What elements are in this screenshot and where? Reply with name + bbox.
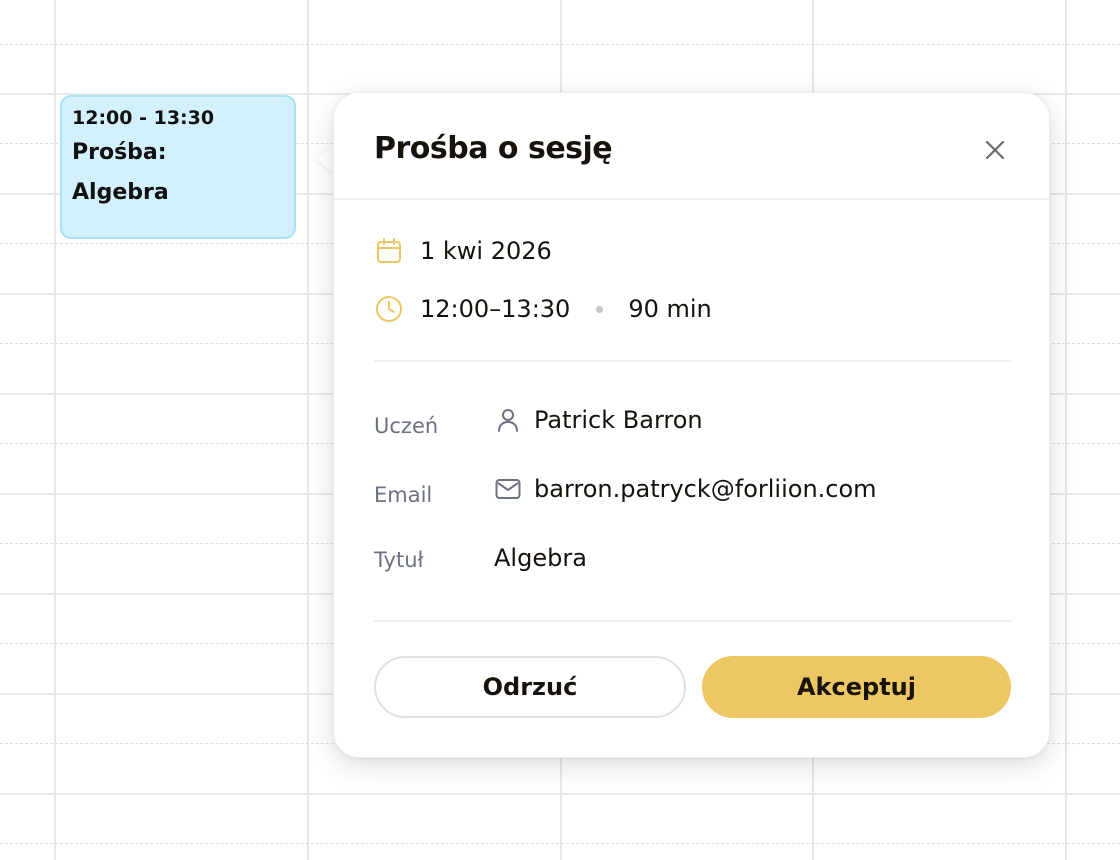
- grid-half-hour-line: [0, 44, 1120, 45]
- email-label: Email: [374, 483, 433, 507]
- grid-column-line: [1065, 0, 1067, 860]
- close-button[interactable]: [978, 133, 1012, 167]
- grid-column-line: [54, 0, 56, 860]
- mail-icon: [494, 475, 522, 503]
- time-row: 12:00–13:30 90 min: [374, 294, 712, 324]
- divider: [374, 360, 1011, 362]
- event-title: Prośba: Algebra: [72, 140, 169, 205]
- student-email[interactable]: barron.patryck@forliion.com: [534, 475, 877, 503]
- grid-half-hour-line: [0, 843, 1120, 844]
- title-label: Tytuł: [374, 548, 424, 572]
- student-label: Uczeń: [374, 414, 439, 438]
- calendar-icon: [374, 236, 404, 266]
- user-icon: [494, 406, 522, 434]
- session-title: Algebra: [494, 544, 587, 572]
- divider: [374, 620, 1011, 622]
- grid-hour-line: [0, 793, 1120, 795]
- clock-icon: [374, 294, 404, 324]
- popover-title: Prośba o sesję: [374, 131, 613, 166]
- session-request-popover: Prośba o sesję 1 kwi 2026 12:00–13:30 90…: [333, 92, 1050, 758]
- popover-header: Prośba o sesję: [334, 93, 1049, 200]
- student-value: Patrick Barron: [494, 406, 703, 434]
- grid-column-line: [307, 0, 309, 860]
- popover-arrow: [316, 145, 334, 173]
- calendar-week-view: 12:00 - 13:30 Prośba: Algebra Prośba o s…: [0, 0, 1120, 860]
- session-request-event[interactable]: 12:00 - 13:30 Prośba: Algebra: [60, 95, 296, 239]
- close-icon: [985, 140, 1005, 160]
- student-name: Patrick Barron: [534, 406, 703, 434]
- session-duration: 90 min: [628, 295, 712, 323]
- reject-button[interactable]: Odrzuć: [374, 656, 686, 718]
- session-date: 1 kwi 2026: [420, 237, 552, 265]
- accept-button[interactable]: Akceptuj: [702, 656, 1011, 718]
- separator-dot: [596, 305, 604, 313]
- event-time: 12:00 - 13:30: [72, 107, 215, 129]
- date-row: 1 kwi 2026: [374, 236, 552, 266]
- title-value-row: Algebra: [494, 544, 587, 572]
- session-time-range: 12:00–13:30: [420, 295, 571, 323]
- email-value: barron.patryck@forliion.com: [494, 475, 877, 503]
